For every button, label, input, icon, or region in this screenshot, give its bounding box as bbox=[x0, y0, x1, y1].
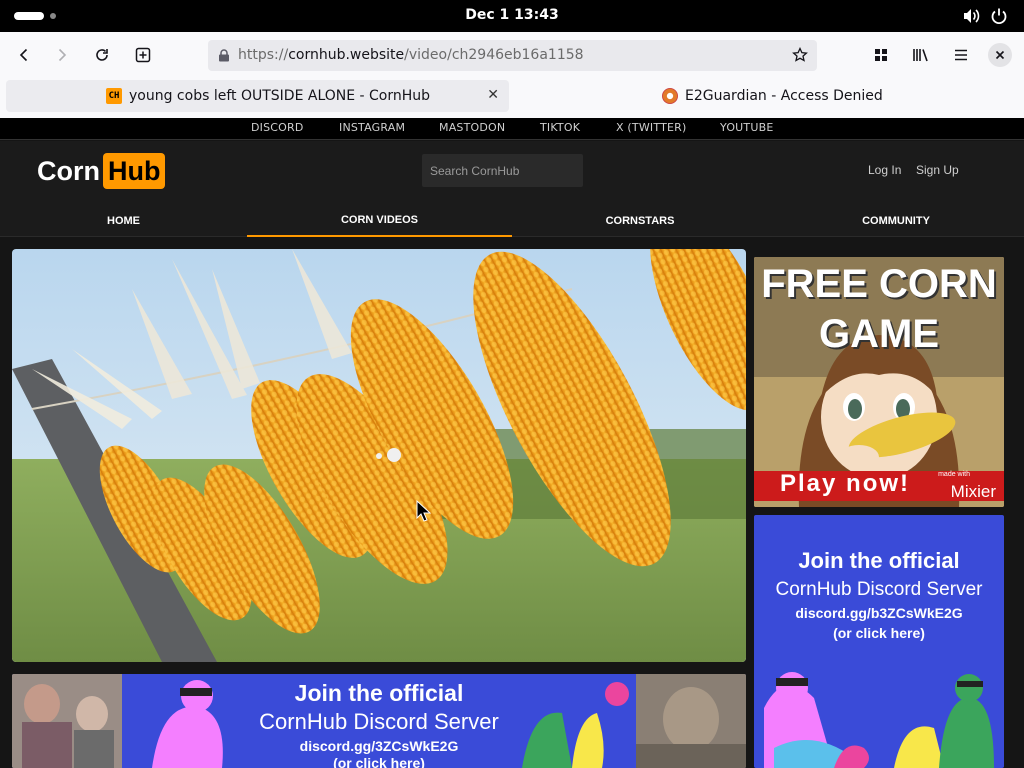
nav-cornstars[interactable]: CORNSTARS bbox=[512, 204, 768, 237]
site-header: CornHub Log In Sign Up bbox=[0, 141, 1024, 204]
social-link-discord[interactable]: DISCORD bbox=[251, 121, 304, 134]
forward-icon[interactable] bbox=[48, 41, 76, 69]
video-frame-corn-cobs bbox=[12, 249, 746, 662]
video-player[interactable] bbox=[12, 249, 746, 662]
site-logo[interactable]: Corn Hub bbox=[37, 153, 166, 189]
system-clock[interactable]: Dec 1 13:43 bbox=[0, 7, 1024, 23]
nav-home[interactable]: HOME bbox=[0, 204, 247, 237]
social-link-x[interactable]: X (TWITTER) bbox=[616, 121, 687, 134]
ad-discord-banner-line2: CornHub Discord Server bbox=[259, 709, 499, 734]
tab-cornhub-video[interactable]: CH young cobs left OUTSIDE ALONE - CornH… bbox=[6, 80, 509, 112]
ad-discord-banner[interactable]: Join the official CornHub Discord Server… bbox=[12, 674, 746, 768]
ad-free-corn-game[interactable]: FREE CORN GAME Play now! made with Mixie… bbox=[754, 257, 1004, 507]
ad-discord-side-line2: CornHub Discord Server bbox=[775, 579, 983, 600]
ad-game-brand: Mixier bbox=[950, 482, 996, 501]
ad-discord-side-line1: Join the official bbox=[798, 548, 960, 573]
lock-icon[interactable] bbox=[218, 49, 230, 62]
social-link-youtube[interactable]: YOUTUBE bbox=[720, 121, 774, 134]
tab-strip: CH young cobs left OUTSIDE ALONE - CornH… bbox=[0, 78, 1024, 118]
ad-game-brand-tag: made with bbox=[938, 471, 970, 478]
login-link[interactable]: Log In bbox=[868, 163, 901, 177]
back-icon[interactable] bbox=[10, 41, 38, 69]
e2guardian-favicon-icon bbox=[662, 88, 678, 104]
reload-icon[interactable] bbox=[88, 41, 116, 69]
social-links-bar: DISCORD INSTAGRAM MASTODON TIKTOK X (TWI… bbox=[0, 118, 1024, 140]
cornhub-favicon-icon: CH bbox=[106, 88, 122, 104]
library-icon[interactable] bbox=[907, 41, 935, 69]
bookmark-star-icon[interactable] bbox=[792, 47, 808, 63]
system-top-bar: Dec 1 13:43 bbox=[0, 0, 1024, 32]
ad-discord-side-line4: (or click here) bbox=[833, 625, 925, 641]
ad-discord-banner-line4: (or click here) bbox=[333, 755, 425, 768]
search-input[interactable] bbox=[422, 154, 583, 187]
ad-game-headline-1: FREE CORN bbox=[761, 262, 997, 306]
menu-icon[interactable] bbox=[947, 41, 975, 69]
ad-discord-side-line3: discord.gg/b3ZCsWkE2G bbox=[795, 605, 963, 621]
extensions-grid-icon[interactable] bbox=[867, 41, 895, 69]
address-bar[interactable]: https://cornhub.website/video/ch2946eb16… bbox=[208, 40, 817, 71]
nav-community[interactable]: COMMUNITY bbox=[768, 204, 1024, 237]
tab-close-icon[interactable]: ✕ bbox=[487, 87, 499, 103]
volume-icon[interactable] bbox=[961, 6, 981, 26]
tab-title: E2Guardian - Access Denied bbox=[685, 88, 883, 104]
social-link-instagram[interactable]: INSTAGRAM bbox=[339, 121, 405, 134]
ad-discord-banner-line3: discord.gg/3ZCsWkE2G bbox=[299, 738, 459, 754]
new-tab-icon[interactable] bbox=[129, 41, 157, 69]
power-icon[interactable] bbox=[989, 6, 1009, 26]
ad-discord-side[interactable]: Join the official CornHub Discord Server… bbox=[754, 515, 1004, 768]
tab-e2guardian[interactable]: E2Guardian - Access Denied bbox=[662, 80, 883, 112]
signup-link[interactable]: Sign Up bbox=[916, 163, 959, 177]
url-text[interactable]: https://cornhub.website/video/ch2946eb16… bbox=[238, 47, 584, 63]
discord-mascots-illustration bbox=[764, 672, 994, 768]
ad-discord-banner-line1: Join the official bbox=[294, 680, 464, 706]
nav-corn-videos[interactable]: CORN VIDEOS bbox=[247, 204, 512, 237]
social-link-tiktok[interactable]: TIKTOK bbox=[540, 121, 580, 134]
close-window-icon[interactable] bbox=[986, 41, 1014, 69]
ad-game-headline-2: GAME bbox=[819, 312, 939, 356]
site-nav: HOME CORN VIDEOS CORNSTARS COMMUNITY bbox=[0, 204, 1024, 237]
tab-title: young cobs left OUTSIDE ALONE - CornHub bbox=[129, 88, 431, 104]
social-link-mastodon[interactable]: MASTODON bbox=[439, 121, 505, 134]
